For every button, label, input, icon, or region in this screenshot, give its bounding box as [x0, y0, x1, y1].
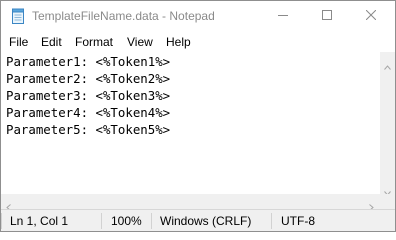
scroll-up-icon[interactable]: [384, 57, 391, 75]
scrollbar-corner: [380, 194, 395, 209]
minimize-button[interactable]: [261, 1, 305, 31]
status-bar: Ln 1, Col 1 100% Windows (CRLF) UTF-8: [1, 209, 395, 231]
editor-line: Parameter4: <%Token4%>: [6, 105, 171, 120]
status-separator: [271, 213, 272, 229]
status-separator: [151, 213, 152, 229]
menu-help[interactable]: Help: [166, 35, 191, 49]
status-separator: [1, 213, 2, 229]
menu-file[interactable]: File: [9, 35, 28, 49]
text-editor[interactable]: Parameter1: <%Token1%> Parameter2: <%Tok…: [1, 52, 380, 194]
minimize-icon: [278, 7, 288, 25]
editor-line: Parameter5: <%Token5%>: [6, 122, 171, 137]
vertical-scrollbar[interactable]: [380, 52, 395, 196]
notepad-window: TemplateFileName.data - Notepad File Edi…: [0, 0, 396, 232]
menu-edit[interactable]: Edit: [41, 35, 62, 49]
editor-line: Parameter1: <%Token1%>: [6, 54, 171, 69]
editor-line: Parameter2: <%Token2%>: [6, 71, 171, 86]
close-button[interactable]: [349, 1, 393, 31]
maximize-button[interactable]: [305, 1, 349, 31]
menu-format[interactable]: Format: [75, 35, 113, 49]
editor-line: Parameter3: <%Token3%>: [6, 88, 171, 103]
window-title: TemplateFileName.data - Notepad: [32, 9, 215, 23]
status-line-endings: Windows (CRLF): [160, 214, 252, 228]
notepad-icon: [10, 8, 26, 24]
status-zoom: 100%: [111, 214, 142, 228]
close-icon: [365, 7, 377, 25]
horizontal-scrollbar[interactable]: [1, 194, 380, 211]
maximize-icon: [322, 7, 332, 25]
status-cursor-position: Ln 1, Col 1: [10, 214, 69, 228]
title-bar[interactable]: TemplateFileName.data - Notepad: [1, 1, 395, 31]
status-encoding: UTF-8: [281, 214, 315, 228]
menu-bar: File Edit Format View Help: [1, 32, 395, 52]
status-separator: [101, 213, 102, 229]
menu-view[interactable]: View: [127, 35, 153, 49]
